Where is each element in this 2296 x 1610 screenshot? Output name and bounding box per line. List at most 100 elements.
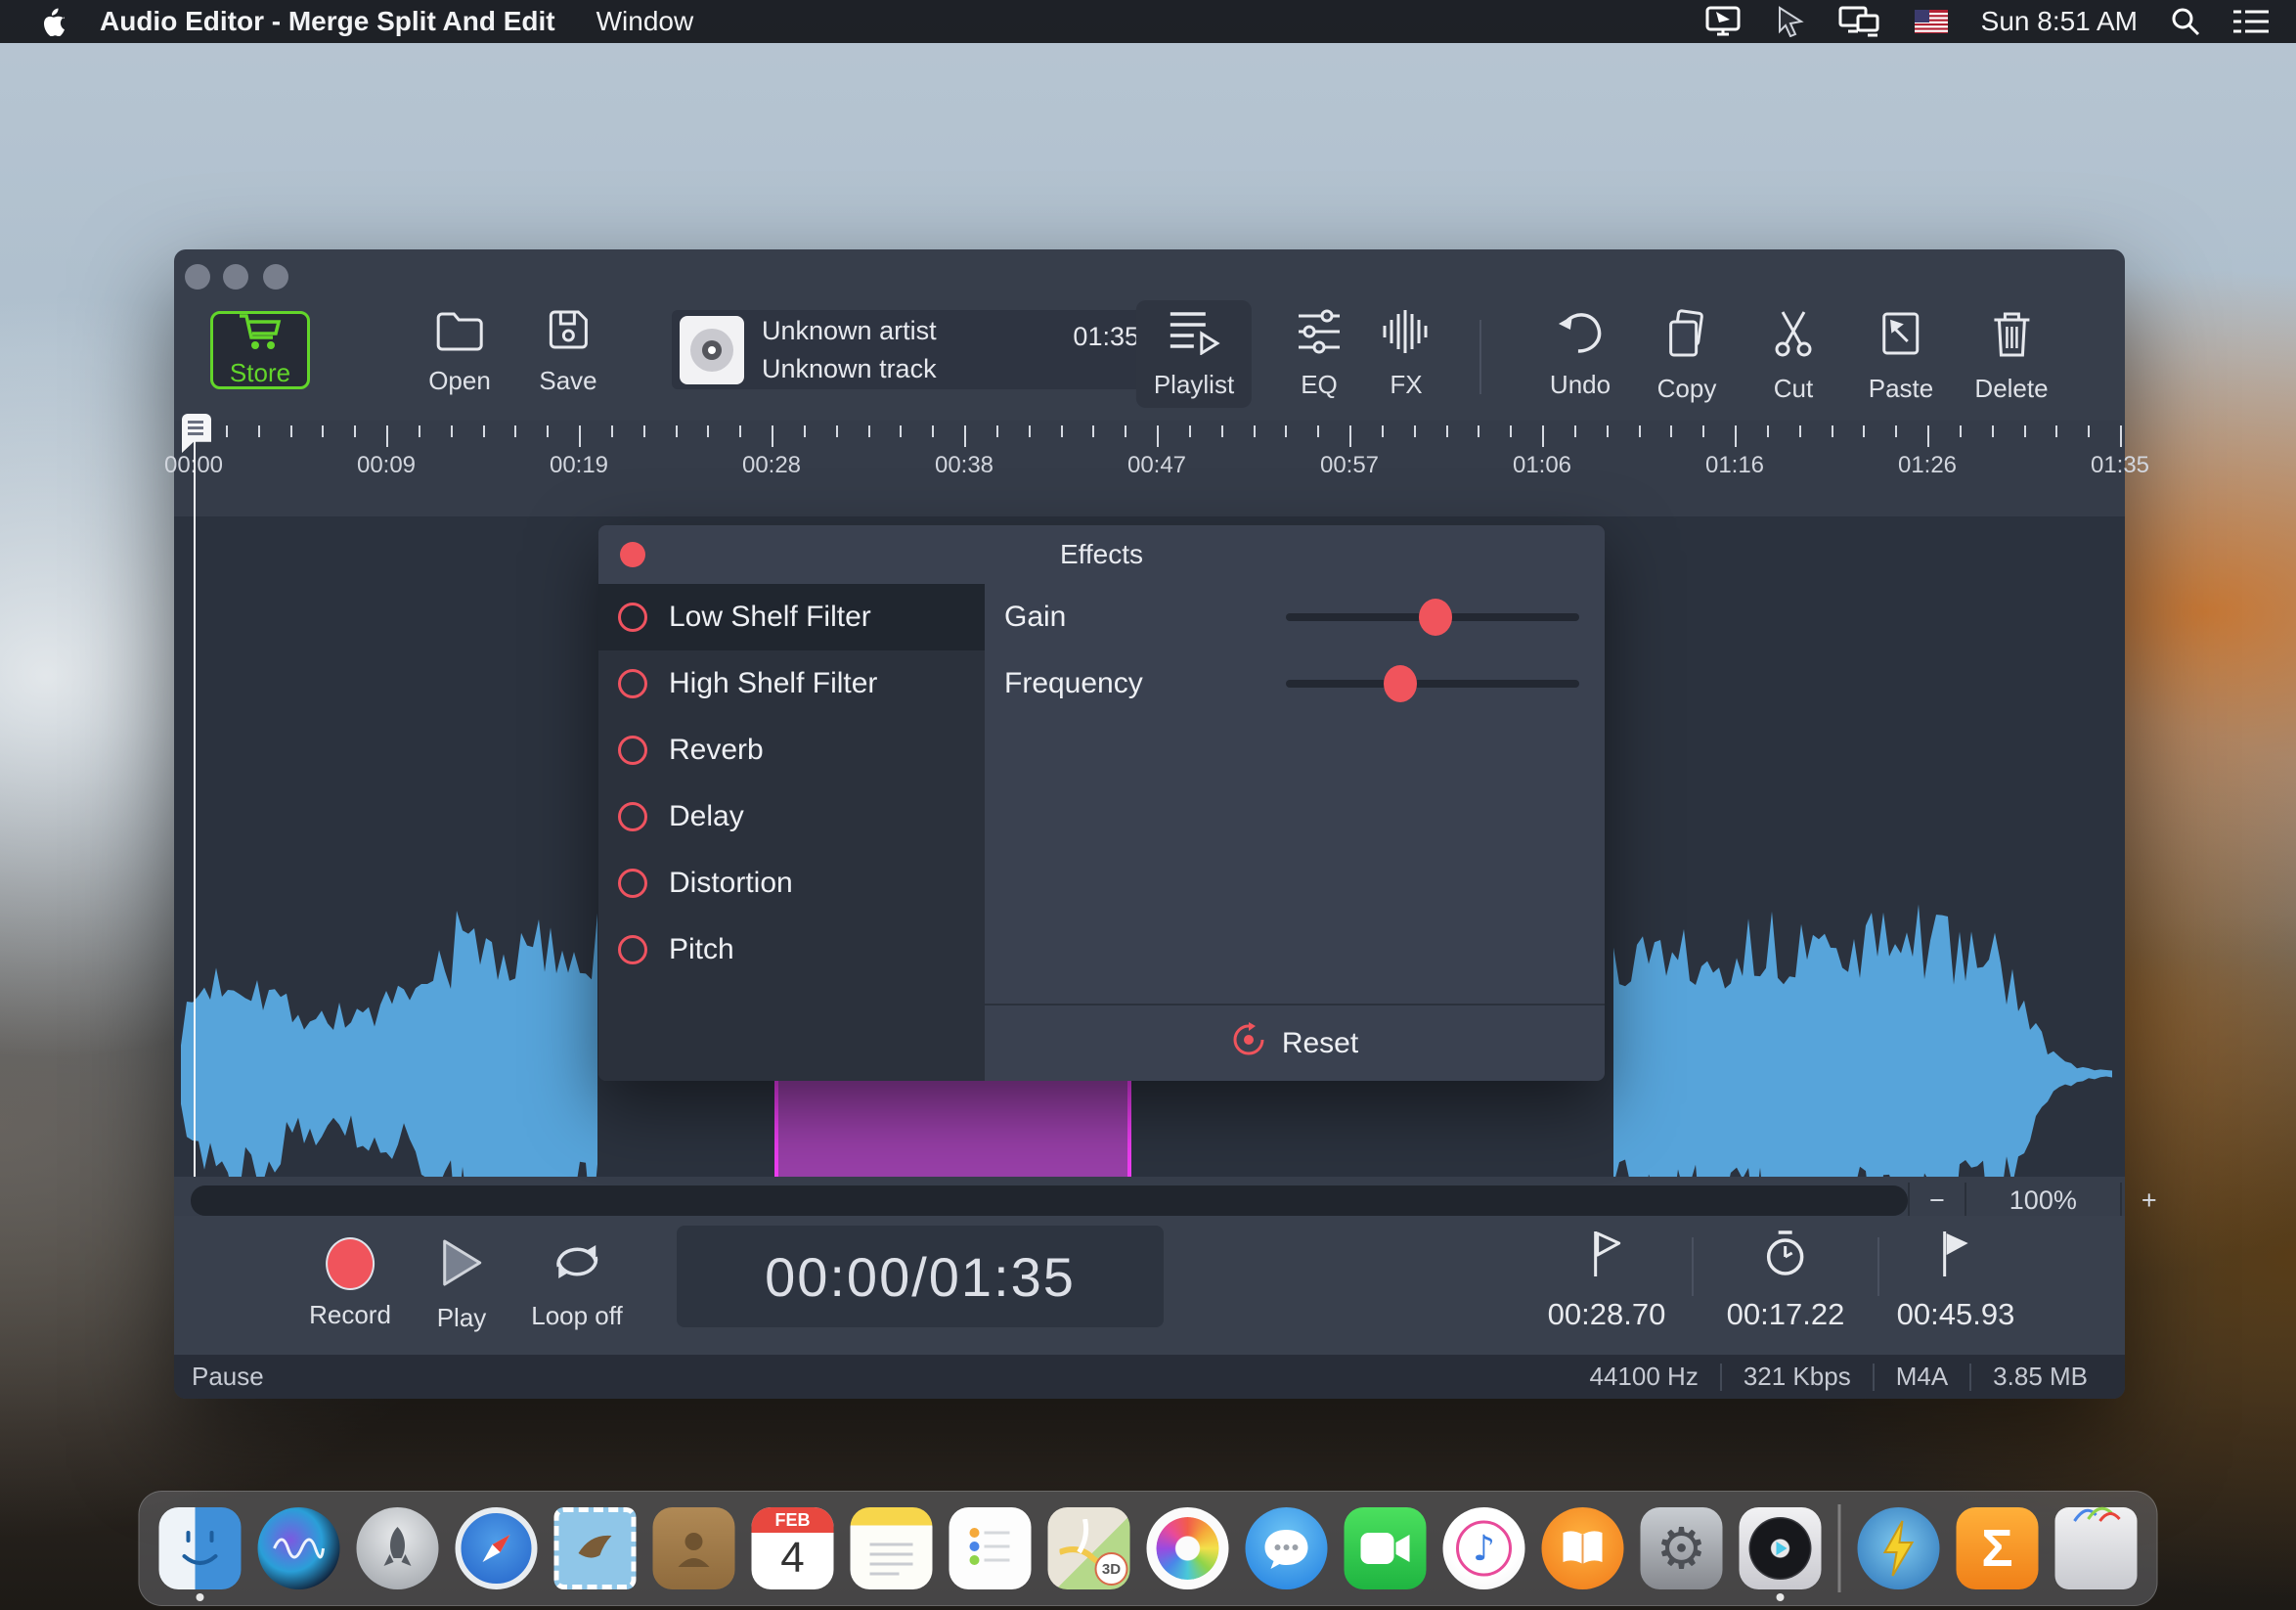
undo-button[interactable]: Undo bbox=[1550, 308, 1611, 400]
dock-icon-reminders[interactable] bbox=[949, 1507, 1032, 1589]
ruler-tick bbox=[642, 425, 645, 437]
playlist-button[interactable]: Playlist bbox=[1135, 300, 1253, 408]
ruler-tick bbox=[547, 425, 550, 437]
effect-item-high-shelf-filter[interactable]: High Shelf Filter bbox=[598, 650, 985, 717]
gain-slider[interactable] bbox=[1286, 599, 1579, 636]
flag-filled-icon bbox=[1939, 1230, 1972, 1283]
file-stat: M4A bbox=[1895, 1362, 1949, 1391]
scissors-icon bbox=[1771, 308, 1816, 364]
dual-displays-icon[interactable] bbox=[1838, 6, 1881, 37]
dock-icon-contacts[interactable] bbox=[652, 1507, 735, 1589]
ruler-tick bbox=[995, 425, 998, 437]
dock-icon-ibooks[interactable] bbox=[1541, 1507, 1624, 1589]
dock-icon-mail[interactable] bbox=[553, 1507, 637, 1589]
reset-button[interactable]: Reset bbox=[985, 1006, 1605, 1081]
dock-icon-calendar[interactable]: FEB 4 bbox=[751, 1507, 834, 1589]
zoom-out-button[interactable]: − bbox=[1910, 1185, 1965, 1216]
delete-button[interactable]: Delete bbox=[1974, 308, 2049, 404]
pointer-icon[interactable] bbox=[1776, 6, 1805, 37]
copy-button[interactable]: Copy bbox=[1657, 308, 1716, 404]
ruler-tick bbox=[579, 425, 581, 447]
dock-icon-sigma[interactable]: Σ bbox=[1956, 1507, 2039, 1589]
ruler-tick bbox=[1735, 425, 1737, 447]
eq-button[interactable]: EQ bbox=[1295, 308, 1344, 400]
ruler-tick bbox=[707, 425, 710, 437]
menu-bar-clock[interactable]: Sun 8:51 AM bbox=[1981, 6, 2138, 37]
horizontal-scrollbar[interactable] bbox=[191, 1185, 1908, 1216]
cut-button-label: Cut bbox=[1773, 374, 1814, 403]
ruler-tick bbox=[322, 425, 325, 437]
ruler-tick bbox=[418, 425, 420, 437]
effect-item-low-shelf-filter[interactable]: Low Shelf Filter bbox=[598, 584, 985, 650]
effect-item-label: High Shelf Filter bbox=[669, 667, 878, 699]
stopwatch-icon bbox=[1764, 1230, 1807, 1283]
dock-icon-launchpad[interactable] bbox=[356, 1507, 439, 1589]
dock-icon-audio-editor[interactable] bbox=[1739, 1507, 1822, 1601]
reset-icon bbox=[1231, 1021, 1266, 1065]
dock-icon-lightning[interactable] bbox=[1857, 1507, 1940, 1589]
store-button-label: Store bbox=[229, 358, 291, 387]
effect-item-delay[interactable]: Delay bbox=[598, 783, 985, 850]
playlist-button-label: Playlist bbox=[1153, 370, 1235, 399]
radio-icon bbox=[618, 603, 647, 632]
dock-icon-finder[interactable] bbox=[158, 1507, 242, 1601]
dock-icon-messages[interactable] bbox=[1245, 1507, 1328, 1589]
dock-icon-itunes[interactable]: ♪ bbox=[1442, 1507, 1525, 1589]
effect-item-label: Reverb bbox=[669, 734, 764, 766]
fx-button[interactable]: FX bbox=[1381, 308, 1432, 400]
ruler-tick bbox=[1028, 425, 1031, 437]
ruler-tick bbox=[514, 425, 517, 437]
file-stat: 44100 Hz bbox=[1589, 1362, 1699, 1391]
loop-button[interactable]: Loop off bbox=[531, 1237, 623, 1331]
dock-icon-facetime[interactable] bbox=[1344, 1507, 1427, 1589]
play-icon bbox=[439, 1237, 484, 1293]
paste-button[interactable]: Paste bbox=[1869, 308, 1933, 404]
playhead-line[interactable] bbox=[194, 425, 196, 1177]
ruler-tick bbox=[1638, 425, 1641, 437]
save-button[interactable]: Save bbox=[539, 308, 597, 396]
zoom-level: 100% bbox=[2009, 1185, 2077, 1215]
effect-item-reverb[interactable]: Reverb bbox=[598, 717, 985, 783]
effect-item-pitch[interactable]: Pitch bbox=[598, 917, 985, 983]
ruler-tick bbox=[386, 425, 388, 447]
effect-item-label: Pitch bbox=[669, 933, 734, 965]
cart-icon bbox=[238, 312, 283, 356]
dock-icon-safari[interactable] bbox=[455, 1507, 538, 1589]
track-info-box[interactable]: Unknown artist Unknown track 01:35 bbox=[672, 310, 1159, 389]
record-button[interactable]: Record bbox=[309, 1237, 391, 1330]
timeline-ruler[interactable]: 00:0000:0900:1900:2800:3800:4700:5701:06… bbox=[164, 421, 2149, 516]
radio-icon bbox=[618, 802, 647, 831]
folder-icon bbox=[434, 308, 485, 356]
dock-icon-photos[interactable] bbox=[1146, 1507, 1229, 1589]
dock-separator bbox=[1837, 1504, 1841, 1592]
dock-icon-trash[interactable] bbox=[2054, 1506, 2138, 1589]
zoom-in-button[interactable]: + bbox=[2122, 1185, 2177, 1216]
dialog-close-button[interactable] bbox=[620, 542, 645, 567]
us-flag-icon[interactable] bbox=[1914, 10, 1948, 33]
open-button[interactable]: Open bbox=[428, 308, 491, 396]
ruler-tick bbox=[482, 425, 485, 437]
store-button[interactable]: Store bbox=[210, 311, 310, 389]
ruler-tick bbox=[2088, 425, 2091, 437]
apple-menu-icon[interactable] bbox=[37, 7, 70, 36]
menu-list-icon[interactable] bbox=[2233, 8, 2269, 35]
undo-button-label: Undo bbox=[1549, 370, 1612, 399]
frequency-slider-knob[interactable] bbox=[1384, 665, 1417, 702]
dock-icon-maps[interactable]: 3D bbox=[1047, 1507, 1130, 1589]
fx-button-label: FX bbox=[1390, 370, 1423, 399]
cut-button[interactable]: Cut bbox=[1771, 308, 1816, 404]
menu-item-window[interactable]: Window bbox=[596, 6, 694, 37]
save-button-label: Save bbox=[539, 366, 597, 395]
search-icon[interactable] bbox=[2171, 7, 2200, 36]
gain-slider-knob[interactable] bbox=[1419, 599, 1452, 636]
dock-icon-system-preferences[interactable]: ⚙ bbox=[1640, 1507, 1723, 1589]
selection-bottom-bar[interactable] bbox=[774, 1081, 1131, 1177]
ruler-tick bbox=[1798, 425, 1801, 437]
effect-item-distortion[interactable]: Distortion bbox=[598, 850, 985, 917]
frequency-slider[interactable] bbox=[1286, 665, 1579, 702]
dock-icon-siri[interactable] bbox=[257, 1507, 340, 1589]
play-button[interactable]: Play bbox=[437, 1237, 486, 1333]
airplay-display-icon[interactable] bbox=[1703, 6, 1743, 37]
effect-item-label: Low Shelf Filter bbox=[669, 601, 871, 633]
dock-icon-notes[interactable] bbox=[850, 1507, 933, 1589]
